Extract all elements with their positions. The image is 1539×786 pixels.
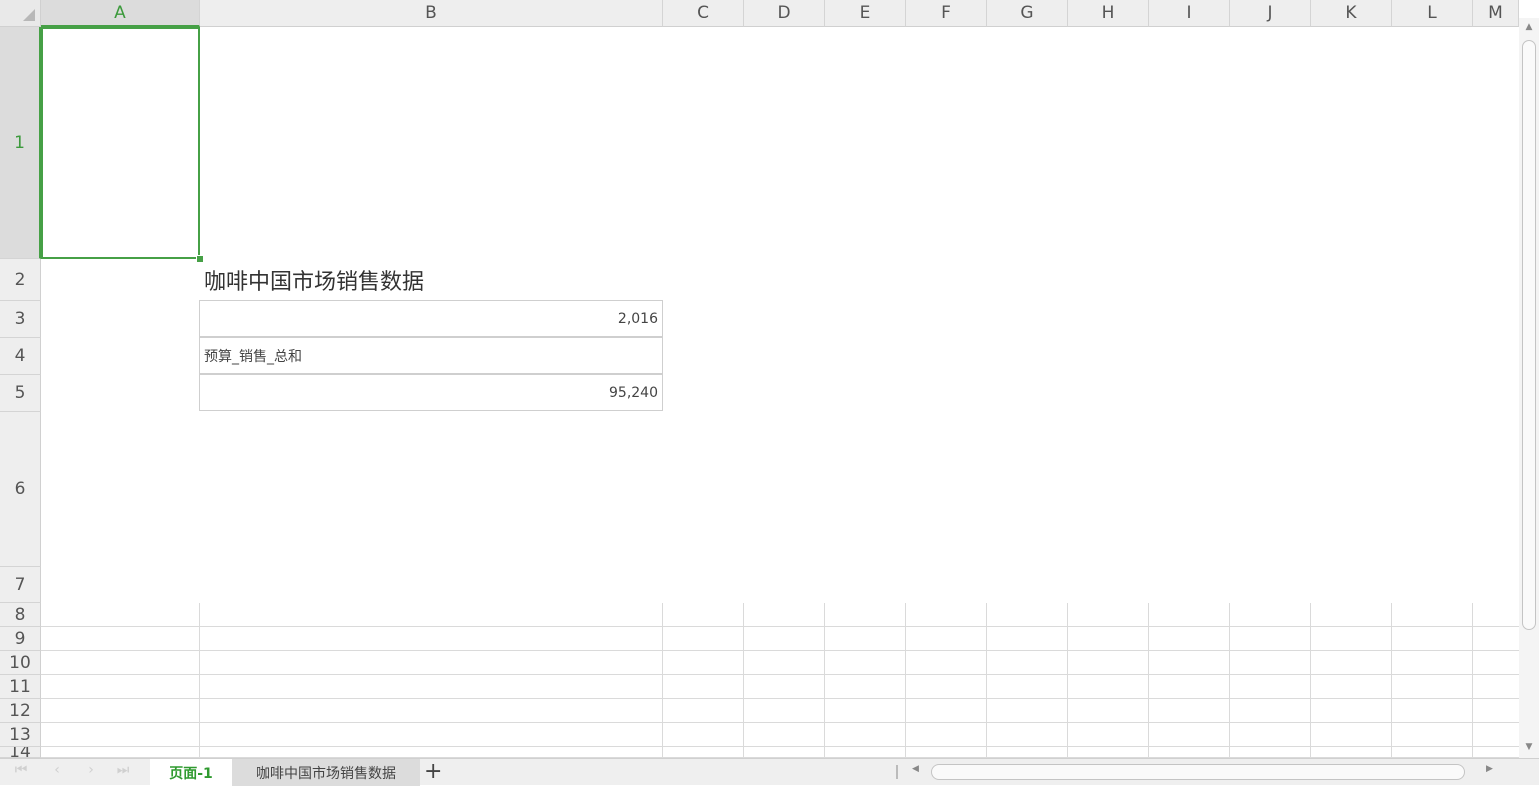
column-gridline [1391,603,1392,758]
column-header-g[interactable]: G [987,0,1068,27]
column-gridline [743,603,744,758]
vertical-scrollbar[interactable]: ▲ ▼ [1519,18,1539,758]
measure-label: 预算_销售_总和 [204,348,302,365]
row-header-9[interactable]: 9 [0,627,41,651]
column-header-c[interactable]: C [663,0,744,27]
tab-coffee-sales[interactable]: 咖啡中国市场销售数据 [232,759,420,786]
row-header-3[interactable]: 3 [0,301,41,338]
scroll-down-arrow-icon[interactable]: ▼ [1519,742,1539,752]
row-header-4[interactable]: 4 [0,338,41,375]
row-gridline [41,650,1519,651]
horizontal-scroll-thumb[interactable] [931,764,1465,780]
column-gridline [662,603,663,758]
column-header-k[interactable]: K [1311,0,1392,27]
column-gridline [1067,603,1068,758]
scroll-left-arrow-icon[interactable]: ◀ [912,764,919,774]
sheet-tab-bar: ⏮ ‹ › ⏭ 页面-1 咖啡中国市场销售数据 + ◀ ▶ [0,758,1539,786]
cell-b3[interactable]: 2,016 [199,300,663,337]
vertical-scroll-thumb[interactable] [1522,40,1536,630]
row-gridline [41,746,1519,747]
column-gridline [986,603,987,758]
tab-page-1[interactable]: 页面-1 [150,759,232,786]
selected-cell-a1[interactable] [41,27,200,259]
column-header-b[interactable]: B [200,0,663,27]
column-header-h[interactable]: H [1068,0,1149,27]
select-all-triangle-icon [23,9,35,21]
row-header-11[interactable]: 11 [0,675,41,699]
prev-sheet-icon[interactable]: ‹ [46,762,68,778]
scroll-splitter[interactable] [896,765,898,779]
row-header-1[interactable]: 1 [0,27,41,259]
column-gridline [1310,603,1311,758]
column-header-f[interactable]: F [906,0,987,27]
scroll-right-arrow-icon[interactable]: ▶ [1486,764,1493,774]
row-header-10[interactable]: 10 [0,651,41,675]
column-gridline [1472,603,1473,758]
row-header-8[interactable]: 8 [0,603,41,627]
column-header-l[interactable]: L [1392,0,1473,27]
column-gridline [1148,603,1149,758]
total-value: 95,240 [609,384,658,401]
row-gridline [41,722,1519,723]
scroll-up-arrow-icon[interactable]: ▲ [1519,22,1539,32]
row-gridline [41,626,1519,627]
horizontal-scrollbar[interactable]: ◀ ▶ [906,762,1504,782]
next-sheet-icon[interactable]: › [80,762,102,778]
column-gridline [905,603,906,758]
column-header-e[interactable]: E [825,0,906,27]
column-header-m[interactable]: M [1473,0,1519,27]
row-header-12[interactable]: 12 [0,699,41,723]
column-header-d[interactable]: D [744,0,825,27]
row-gridline [41,674,1519,675]
row-gridline [41,698,1519,699]
fill-handle[interactable] [196,255,204,263]
column-gridline [199,603,200,758]
add-sheet-icon[interactable]: + [424,760,442,784]
first-sheet-icon[interactable]: ⏮ [10,762,32,778]
column-header-j[interactable]: J [1230,0,1311,27]
column-gridline [824,603,825,758]
last-sheet-icon[interactable]: ⏭ [112,762,134,778]
spreadsheet-sheet: ABCDEFGHIJKLM 1 2 3 4 5 6 7 8 9 10 11 12 13 14 咖啡中国市场… [0,0,1539,786]
column-header-i[interactable]: I [1149,0,1230,27]
report-title: 咖啡中国市场销售数据 [204,270,425,295]
row-header-14[interactable]: 14 [0,747,41,758]
cell-b4[interactable]: 预算_销售_总和 [199,337,663,374]
select-all-corner[interactable] [0,0,41,27]
row-header-7[interactable]: 7 [0,567,41,603]
column-header-a[interactable]: A [41,0,200,27]
cell-b5[interactable]: 95,240 [199,374,663,411]
year-value: 2,016 [617,310,658,327]
row-header-2[interactable]: 2 [0,259,41,301]
column-gridline [1229,603,1230,758]
row-header-13[interactable]: 13 [0,723,41,747]
row-header-6[interactable]: 6 [0,412,41,567]
row-header-5[interactable]: 5 [0,375,41,412]
